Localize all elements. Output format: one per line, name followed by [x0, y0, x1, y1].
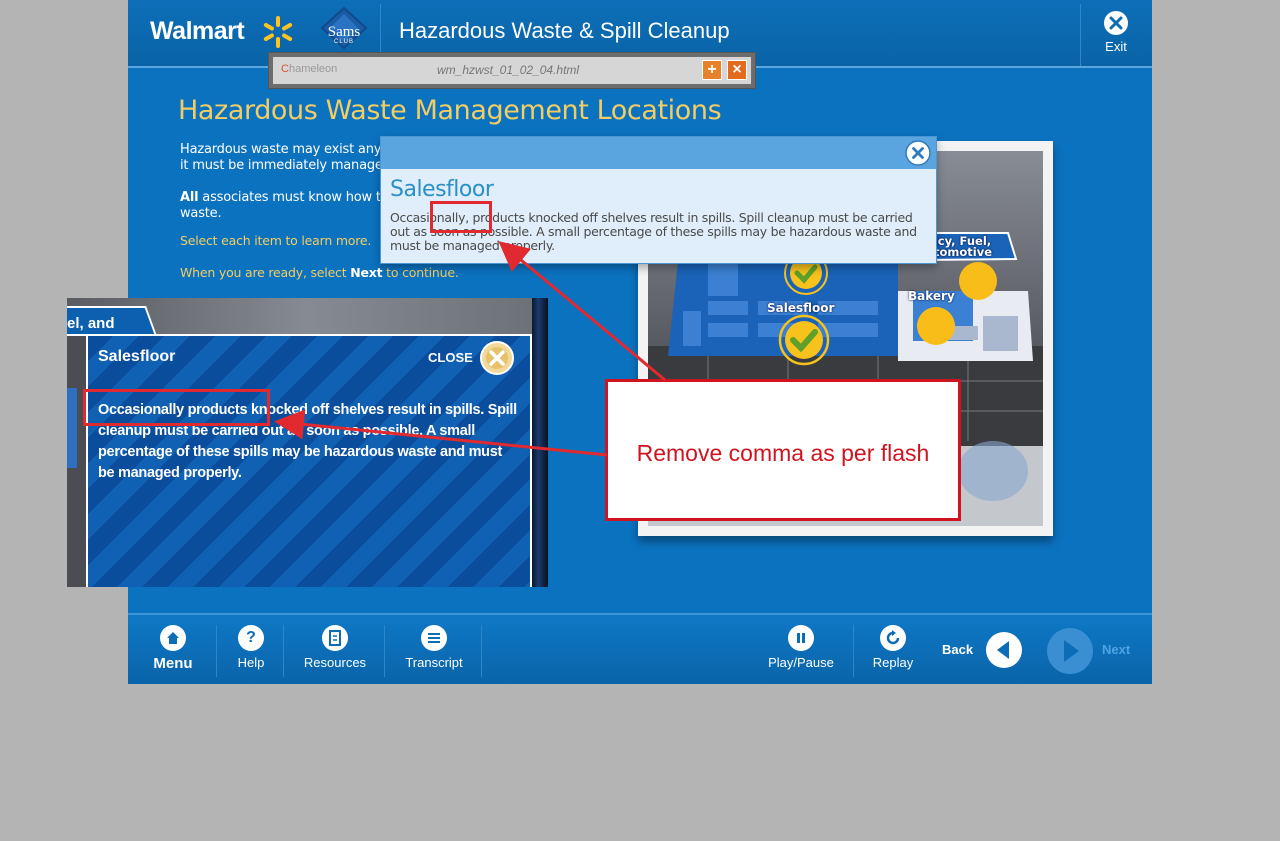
intro-line-1: Hazardous waste may exist anyw: [180, 142, 392, 157]
pharmacy-hotspot-icon[interactable]: [958, 261, 998, 301]
help-label: Help: [237, 655, 265, 670]
intro-line-2b: waste.: [180, 206, 222, 221]
home-icon: [160, 625, 186, 651]
review-annotation-box: Remove comma as per flash: [605, 379, 961, 521]
intro-line-2: it must be immediately manage: [180, 158, 383, 173]
exit-button[interactable]: Exit: [1094, 10, 1138, 60]
sams-logo-sub: CLUB: [333, 39, 354, 45]
replay-button[interactable]: Replay: [870, 625, 916, 670]
popup-close-icon[interactable]: [905, 140, 931, 166]
nav-divider: [481, 625, 482, 677]
flash-text-highlight: [83, 389, 270, 426]
nav-divider: [216, 625, 217, 677]
flash-left-edge: [67, 388, 77, 468]
instruction-next-bold: Next: [350, 265, 383, 280]
exit-label: Exit: [1105, 39, 1127, 54]
flash-title: Salesfloor: [98, 348, 176, 365]
map-label-salesfloor: Salesfloor: [767, 301, 835, 315]
replay-icon: [880, 625, 906, 651]
intro-bold: All: [180, 190, 199, 205]
back-arrow-icon[interactable]: [985, 631, 1023, 669]
map-label-bakery: Bakery: [908, 289, 955, 303]
help-button[interactable]: ? Help: [230, 625, 272, 670]
menu-label: Menu: [153, 655, 193, 672]
flash-close-label[interactable]: CLOSE: [428, 350, 473, 365]
transcript-list-icon: [421, 625, 447, 651]
flash-right-edge: [532, 298, 548, 587]
review-annotation-text: Remove comma as per flash: [636, 440, 930, 466]
instruction-select: Select each item to learn more.: [180, 233, 372, 248]
replay-label: Replay: [872, 655, 914, 670]
instruction-next: When you are ready, select Next to conti…: [180, 265, 459, 281]
close-toolbar-button[interactable]: ×: [727, 60, 747, 80]
flash-close-icon[interactable]: [480, 341, 514, 375]
nav-divider: [283, 625, 284, 677]
intro-text-2: All associates must know how to waste.: [180, 190, 389, 222]
chameleon-logo: Chameleon: [281, 63, 337, 75]
course-title: Hazardous Waste & Spill Cleanup: [399, 18, 730, 43]
walmart-spark-icon: [263, 16, 293, 48]
intro-text: Hazardous waste may exist anyw it must b…: [180, 142, 392, 174]
next-label[interactable]: Next: [1102, 642, 1130, 657]
help-icon: ?: [238, 625, 264, 651]
bakery-hotspot-icon[interactable]: [916, 306, 956, 346]
header-divider: [1080, 4, 1081, 66]
popup-titlebar: [381, 137, 936, 169]
back-label[interactable]: Back: [942, 642, 973, 657]
walmart-logo: Walmart: [150, 17, 245, 45]
nav-divider: [384, 625, 385, 677]
chameleon-filename: wm_hzwst_01_02_04.html: [437, 63, 580, 77]
chameleon-toolbar: Chameleon wm_hzwst_01_02_04.html + ×: [268, 52, 756, 89]
popup-title: Salesfloor: [390, 177, 494, 202]
page-title: Hazardous Waste Management Locations: [178, 95, 722, 126]
transcript-button[interactable]: Transcript: [402, 625, 466, 670]
map-label-pharmacy-line2: tomotive: [934, 245, 993, 259]
instruction-pre: When you are ready, select: [180, 265, 351, 280]
flash-tab-text: el, and: [67, 315, 115, 332]
resources-button[interactable]: Resources: [300, 625, 370, 670]
nav-divider: [853, 625, 854, 677]
menu-button[interactable]: Menu: [150, 625, 196, 672]
next-arrow-icon[interactable]: [1046, 627, 1094, 675]
play-pause-label: Play/Pause: [768, 655, 834, 670]
flash-reference-screenshot: el, and Salesfloor CLOSE Occasionally pr…: [67, 298, 548, 587]
salesfloor-popup: Salesfloor Occasionally, products knocke…: [380, 136, 937, 264]
chameleon-logo-text: hameleon: [288, 63, 338, 75]
popup-comma-highlight: [430, 201, 492, 233]
play-pause-button[interactable]: Play/Pause: [766, 625, 836, 670]
bottom-nav: Menu ? Help Resources Transcript Play/Pa: [128, 613, 1152, 684]
intro-rest: associates must know how to: [198, 190, 389, 205]
pause-icon: [788, 625, 814, 651]
chameleon-toolbar-inner: Chameleon wm_hzwst_01_02_04.html + ×: [273, 57, 751, 84]
add-comment-button[interactable]: +: [702, 60, 722, 80]
resources-label: Resources: [303, 655, 367, 670]
flash-panel: Salesfloor CLOSE Occasionally products k…: [86, 334, 532, 587]
map-label-pharmacy: acy, Fuel, tomotive: [930, 235, 993, 259]
instruction-post: to continue.: [382, 265, 459, 280]
transcript-label: Transcript: [405, 655, 463, 670]
chameleon-logo-c: C: [281, 63, 289, 75]
salesfloor-check-icon[interactable]: [778, 314, 830, 366]
close-circle-icon: [1104, 11, 1128, 35]
document-icon: [322, 625, 348, 651]
